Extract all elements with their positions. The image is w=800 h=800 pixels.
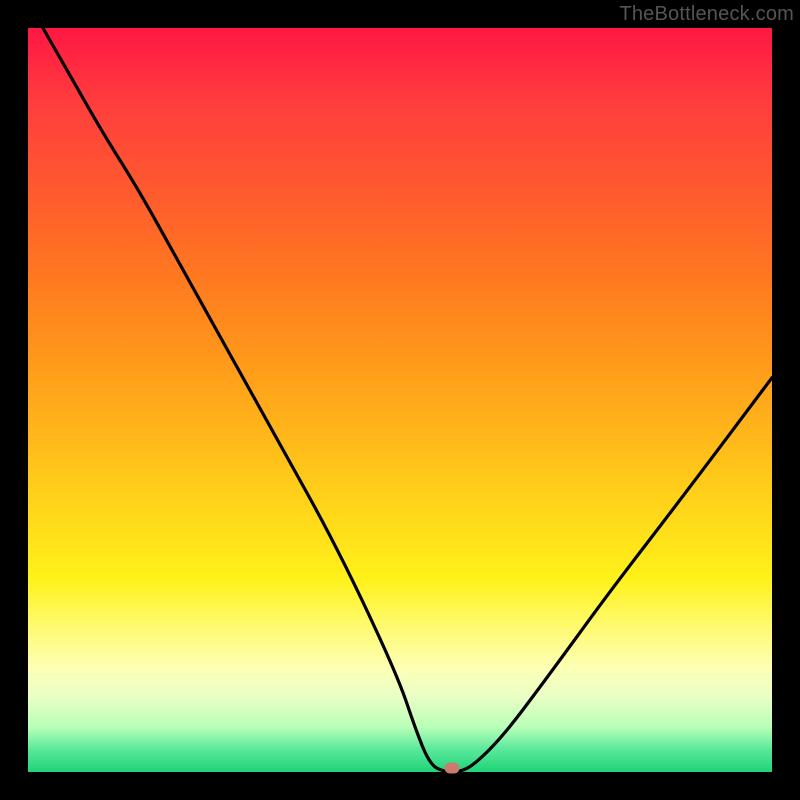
bottleneck-curve — [28, 28, 772, 772]
chart-frame: TheBottleneck.com — [0, 0, 800, 800]
watermark-text: TheBottleneck.com — [619, 3, 794, 26]
optimum-marker — [445, 763, 460, 774]
